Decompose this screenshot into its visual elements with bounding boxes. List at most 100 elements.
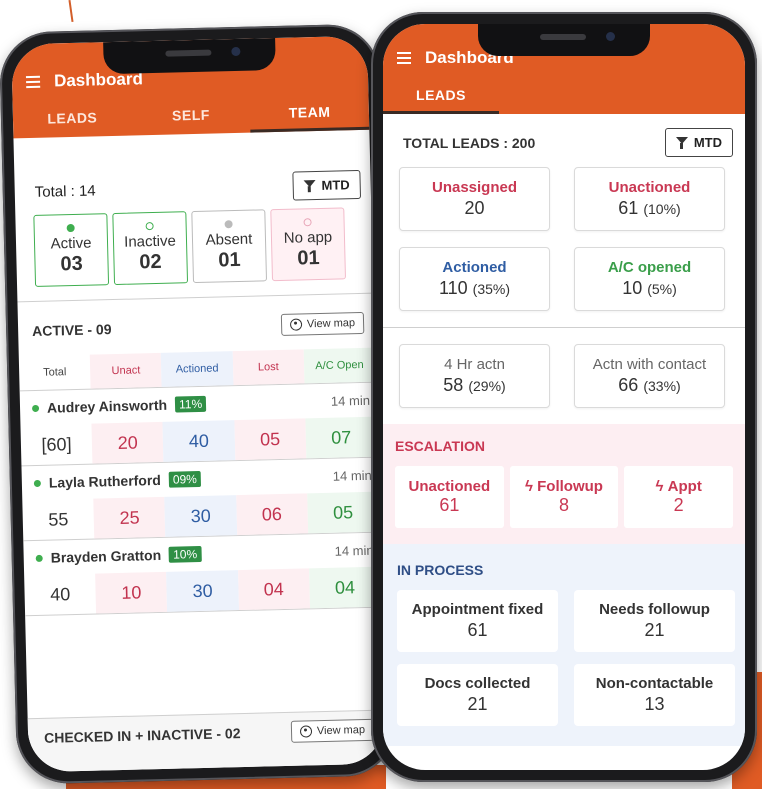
tab-leads[interactable]: LEADS [383, 76, 499, 114]
status-inactive[interactable]: Inactive 02 [112, 211, 189, 286]
in-process-title: IN PROCESS [397, 562, 484, 578]
value-total: 40 [49, 584, 71, 605]
col-actioned: Actioned [161, 351, 234, 387]
menu-icon[interactable] [25, 75, 41, 89]
col-lost: Lost [232, 349, 305, 386]
mtd-filter-button[interactable]: MTD [664, 128, 733, 157]
card-4hr-action[interactable]: 4 Hr actn 58 (29%) [399, 344, 550, 408]
value-unact: 20 [91, 421, 164, 464]
pink-dot-icon [303, 218, 312, 227]
esc-label: Appt [667, 478, 702, 495]
tab-leads[interactable]: LEADS [13, 98, 133, 139]
value-ac-open: 05 [307, 491, 380, 534]
status-active[interactable]: Active 03 [33, 213, 110, 287]
card-percent: (33%) [643, 378, 681, 394]
ip-label: Appointment fixed [411, 601, 544, 618]
hollow-dot-icon [145, 222, 154, 231]
ip-label: Needs followup [599, 601, 710, 618]
card-percent: (10%) [643, 201, 681, 217]
menu-icon[interactable] [397, 52, 411, 64]
card-label: A/C opened [607, 259, 692, 276]
filter-icon [675, 136, 688, 149]
escalation-title: ESCALATION [395, 438, 485, 454]
status-count: 03 [60, 252, 83, 276]
status-summary: Active 03 Inactive 02 Absent 01 No app 0… [15, 207, 373, 302]
esc-value: 8 [559, 495, 570, 515]
table-row[interactable]: Layla Rutherford 09% 14 min 55 25 30 06 … [21, 456, 380, 541]
card-appointment-fixed[interactable]: Appointment fixed 61 [397, 590, 558, 652]
card-actioned[interactable]: Actioned 110 (35%) [399, 247, 550, 311]
online-dot-icon [35, 554, 43, 562]
card-value: 110 [438, 278, 468, 298]
view-map-button[interactable]: View map [280, 311, 365, 336]
right-phone: Dashboard LEADS TOTAL LEADS : 200 MTD Un… [371, 12, 757, 782]
online-dot-icon [31, 404, 40, 412]
active-section-title: ACTIVE - 09 [31, 321, 112, 340]
esc-appt[interactable]: ϟ Appt 2 [624, 466, 734, 528]
card-needs-followup[interactable]: Needs followup 21 [574, 590, 735, 652]
table-row[interactable]: Audrey Ainsworth 11% 14 min [60] 20 40 0… [19, 381, 378, 466]
percent-badge: 09% [168, 470, 202, 488]
card-value: 58 [443, 375, 464, 395]
value-actioned: 30 [166, 570, 239, 612]
tab-team[interactable]: TEAM [250, 92, 370, 133]
esc-followup[interactable]: ϟ Followup 8 [509, 466, 619, 528]
action-cards: 4 Hr actn 58 (29%) Actn with contact 66 … [383, 344, 745, 408]
person-name: Brayden Gratton [50, 546, 162, 566]
value-lost: 04 [237, 568, 310, 611]
ip-value: 21 [644, 620, 665, 640]
ip-label: Docs collected [424, 675, 531, 692]
ip-value: 13 [644, 694, 665, 714]
col-ac-open: A/C Open [303, 347, 376, 384]
left-phone: Dashboard LEADS SELF TEAM Total : 14 MTD [0, 23, 398, 785]
total-leads-label: TOTAL LEADS : 200 [403, 134, 536, 151]
value-actioned: 40 [162, 420, 235, 462]
mtd-label: MTD [693, 135, 722, 150]
status-count: 01 [297, 246, 320, 270]
mtd-label: MTD [321, 177, 350, 193]
card-value: 66 [618, 375, 639, 395]
status-label: Inactive [123, 232, 177, 251]
view-map-button-secondary[interactable]: View map [290, 718, 375, 743]
card-label: 4 Hr actn [444, 356, 505, 373]
col-unact: Unact [89, 352, 162, 389]
card-action-with-contact[interactable]: Actn with contact 66 (33%) [574, 344, 725, 408]
notch [478, 24, 650, 56]
card-percent: (29%) [468, 378, 506, 394]
card-docs-collected[interactable]: Docs collected 21 [397, 664, 558, 726]
esc-label: Unactioned [408, 478, 491, 495]
filter-icon [303, 180, 315, 192]
card-label: Unassigned [431, 179, 518, 196]
status-no-app[interactable]: No app 01 [270, 207, 346, 282]
lightning-icon: ϟ [655, 478, 668, 495]
total-label: Total : 14 [34, 182, 96, 201]
checked-in-section: CHECKED IN + INACTIVE - 02 View map [27, 709, 385, 773]
status-label: No app [283, 228, 333, 247]
card-unactioned[interactable]: Unactioned 61 (10%) [574, 167, 725, 231]
table-row[interactable]: Brayden Gratton 10% 14 min 40 10 30 04 0… [23, 531, 382, 616]
value-actioned: 30 [164, 495, 237, 537]
ip-label: Non-contactable [595, 675, 714, 692]
notch [103, 38, 276, 75]
decorative-line [68, 0, 74, 23]
status-absent[interactable]: Absent 01 [191, 209, 268, 284]
checked-section-title: CHECKED IN + INACTIVE - 02 [43, 724, 241, 746]
esc-unactioned[interactable]: Unactioned 61 [395, 466, 504, 528]
stage: Dashboard LEADS SELF TEAM Total : 14 MTD [0, 0, 762, 789]
card-non-contactable[interactable]: Non-contactable 13 [574, 664, 735, 726]
value-ac-open: 07 [305, 416, 378, 459]
tab-bar: LEADS [383, 76, 745, 114]
divider [383, 327, 745, 328]
card-ac-opened[interactable]: A/C opened 10 (5%) [574, 247, 725, 311]
tab-self[interactable]: SELF [131, 95, 251, 136]
card-value: 61 [618, 198, 639, 218]
mtd-filter-button[interactable]: MTD [292, 169, 362, 201]
card-unassigned[interactable]: Unassigned 20 [399, 167, 550, 231]
value-lost: 05 [234, 418, 307, 461]
card-value: 20 [464, 198, 485, 218]
value-total: 55 [48, 509, 69, 530]
value-unact: 10 [95, 571, 168, 614]
ip-value: 21 [467, 694, 488, 714]
person-name: Audrey Ainsworth [46, 396, 168, 416]
esc-value: 61 [439, 495, 460, 515]
